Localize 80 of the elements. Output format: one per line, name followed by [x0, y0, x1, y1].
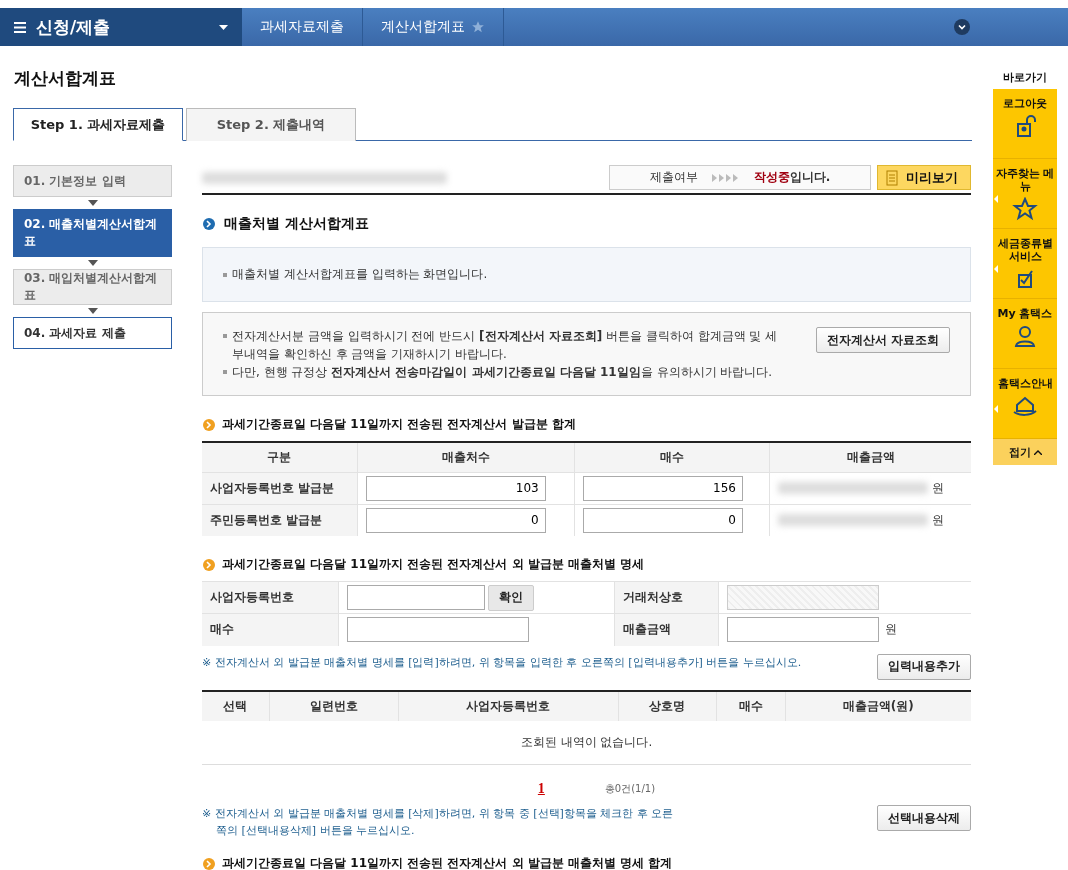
sheets-field[interactable] — [346, 617, 529, 643]
step-item[interactable]: 03. 매입처별계산서합계표 — [13, 269, 172, 305]
empty-message: 조회된 내역이 없습니다. — [202, 720, 971, 765]
page-title: 계산서합계표 — [14, 67, 117, 90]
star-icon[interactable] — [471, 20, 485, 34]
person-icon — [1012, 324, 1038, 348]
collapse-button[interactable]: 접기 — [993, 439, 1057, 465]
delete-selected-button[interactable]: 선택내용삭제 — [877, 805, 971, 831]
notice-text: 전자계산서분 금액을 입력하시기 전에 반드시 [전자계산서 자료조회] 버튼을 클릭하여 합계금액 및 세부내역을 확인하신 후 금액을 기재하시기 바랍니다. — [232, 328, 779, 363]
notice-text: 다만, 현행 규정상 전자계산서 전송마감일이 과세기간종료일 다음달 11일임을 유의하시기 바랍니다. — [232, 364, 773, 381]
column-header: 매출금액 — [769, 442, 971, 472]
quick-link[interactable]: 자주찾는 메뉴 — [993, 159, 1057, 229]
down-arrow-icon — [87, 200, 98, 206]
intro-text: 매출처별 계산서합계표를 입력하는 화면입니다. — [232, 266, 488, 283]
arrows-icon — [711, 173, 740, 182]
sheets-field[interactable]: 0 — [582, 507, 743, 533]
down-arrow-icon — [87, 308, 98, 314]
status-text: 작성중입니다. — [753, 169, 831, 186]
status-label: 제출여부 — [649, 169, 698, 186]
column-header: 상호명 — [618, 690, 717, 721]
confirm-button[interactable]: 확인 — [487, 584, 534, 611]
column-header: 매출처수 — [357, 442, 575, 472]
caret-up-icon — [1033, 449, 1042, 455]
customers-field[interactable]: 0 — [365, 507, 546, 533]
unit-text: 원 — [932, 479, 945, 497]
column-header: 매수 — [716, 690, 786, 721]
field-label: 사업자등록번호 — [202, 581, 339, 614]
business-number-field[interactable] — [346, 584, 485, 610]
amount-field[interactable] — [727, 617, 879, 643]
expand-chevron-icon[interactable] — [954, 19, 970, 35]
subsection-title: 과세기간종료일 다음달 11일까지 전송된 전자계산서 발급분 합계 — [202, 416, 971, 433]
preview-button[interactable]: 미리보기 — [877, 165, 971, 190]
unit-text: 원 — [885, 621, 897, 639]
step-item[interactable]: 01. 기본정보 입력 — [13, 165, 172, 197]
add-note: ※ 전자계산서 외 발급분 매출처별 명세를 [입력]하려면, 위 항목을 입력한 후 오른쪽의 [입력내용추가] 버튼을 누르십시오. — [202, 654, 802, 671]
delete-note: ※ 전자계산서 외 발급분 매출처별 명세를 [삭제]하려면, 위 항목 중 [선택]항목을 체크한 후 오른쪽의 [선택내용삭제] 버튼을 누르십시오. — [202, 806, 675, 839]
subsection-title: 과세기간종료일 다음달 11일까지 전송된 전자계산서 외 발급분 매출처별 명세 합계 — [202, 855, 971, 870]
menu-bar-home[interactable]: 신청/제출 — [0, 8, 242, 46]
customers-field[interactable]: 103 — [365, 475, 546, 501]
star-icon — [1012, 197, 1038, 221]
section-title: 매출처별 계산서합계표 — [202, 215, 971, 233]
house-in-hand-icon — [1012, 394, 1038, 418]
bullet-icon — [223, 273, 227, 277]
row-header: 주민등록번호 발급분 — [202, 504, 358, 536]
column-header: 사업자등록번호 — [398, 690, 619, 721]
quick-link[interactable]: 홈택스안내 — [993, 369, 1057, 439]
step-item[interactable]: 02. 매출처별계산서합계표 — [13, 209, 172, 257]
quick-link[interactable]: 세금종류별 서비스 — [993, 229, 1057, 299]
dropdown-caret-icon — [219, 24, 228, 30]
column-header: 일련번호 — [269, 690, 399, 721]
partner-name-field[interactable] — [727, 585, 879, 610]
field-label: 매출금액 — [614, 613, 719, 646]
add-entry-button[interactable]: 입력내용추가 — [877, 653, 971, 680]
column-header: 구분 — [202, 442, 358, 472]
bullet-icon — [223, 370, 227, 374]
menu-icon — [14, 21, 26, 33]
step-tab[interactable]: Step 1. 과세자료제출 — [13, 108, 183, 141]
column-header: 매수 — [574, 442, 770, 472]
page-link[interactable]: 1 — [537, 781, 545, 797]
step-item[interactable]: 04. 과세자료 제출 — [13, 317, 172, 349]
quick-link[interactable]: 로그아웃 — [993, 89, 1057, 159]
breadcrumb-item[interactable]: 계산서합계표 — [363, 8, 504, 46]
document-icon — [886, 169, 898, 186]
column-header: 매출금액(원) — [785, 690, 971, 721]
menu-title: 신청/제출 — [36, 15, 112, 39]
subsection-title: 과세기간종료일 다음달 11일까지 전송된 전자계산서 외 발급분 매출처별 명세 — [202, 556, 971, 573]
field-label: 매수 — [202, 613, 339, 646]
e-invoice-lookup-button[interactable]: 전자계산서 자료조회 — [815, 327, 950, 353]
quick-links-title: 바로가기 — [1003, 70, 1047, 85]
field-label: 거래처상호 — [614, 581, 719, 614]
down-arrow-icon — [87, 260, 98, 266]
row-header: 사업자등록번호 발급분 — [202, 472, 358, 504]
bullet-icon — [223, 334, 227, 338]
total-count: 총0건(1/1) — [604, 782, 656, 796]
unit-text: 원 — [932, 511, 945, 529]
breadcrumb-item[interactable]: 과세자료제출 — [242, 8, 363, 46]
column-header: 선택 — [202, 690, 270, 721]
step-tab[interactable]: Step 2. 제출내역 — [186, 108, 356, 141]
sheets-field[interactable]: 156 — [582, 475, 743, 501]
quick-link[interactable]: My 홈택스 — [993, 299, 1057, 369]
